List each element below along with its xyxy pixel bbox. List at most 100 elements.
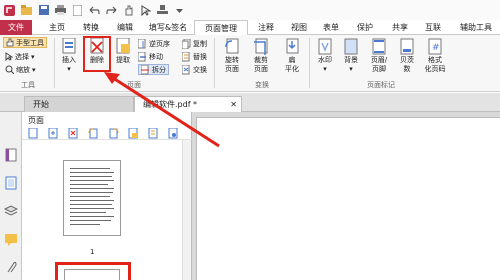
new-doc-icon[interactable]	[71, 4, 84, 17]
save-icon[interactable]	[37, 4, 50, 17]
insert-page-icon	[62, 38, 76, 54]
tab-current-document[interactable]: 编辑软件.pdf * ✕	[134, 96, 242, 112]
extract-page-icon	[116, 38, 130, 54]
tab-start[interactable]: 开始	[24, 96, 134, 112]
tab-protect[interactable]: 保护	[352, 20, 378, 35]
tab-connect[interactable]: 互联	[420, 20, 446, 35]
tab-edit[interactable]: 编辑	[112, 20, 138, 35]
thumb-text-line	[70, 168, 110, 169]
close-tab-icon[interactable]: ✕	[230, 97, 237, 113]
swap-pages-button[interactable]: 交换	[182, 64, 207, 75]
ribbon-tab-bar: 文件 主页 转换 编辑 填写&签名 页面管理 注释 视图 表单 保护 共享 互联…	[0, 20, 500, 36]
tab-view[interactable]: 视图	[286, 20, 312, 35]
swap-label: 交换	[193, 65, 207, 74]
tab-convert[interactable]: 转换	[78, 20, 104, 35]
watermark-button[interactable]: 水印 ▾	[313, 38, 337, 74]
split-button[interactable]: 拆分	[138, 64, 169, 75]
ribbon-separator	[214, 38, 215, 88]
select-label: 选择	[15, 52, 29, 61]
crop-pages-button[interactable]: 裁剪 页面	[248, 38, 274, 74]
tab-form[interactable]: 表单	[318, 20, 344, 35]
hand-icon	[6, 38, 14, 47]
format-page-number-label-2: 化页码	[424, 65, 446, 73]
tab-fill-sign[interactable]: 填写&签名	[145, 20, 191, 35]
insert-dropdown-icon: ▾	[67, 65, 71, 73]
reverse-pages-button[interactable]: 逆页序	[138, 38, 170, 49]
attachments-panel-icon[interactable]	[4, 260, 18, 274]
background-icon	[344, 38, 358, 55]
page-number-label: 1	[90, 248, 95, 256]
copy-pages-button[interactable]: 复制	[182, 38, 207, 49]
extract-button[interactable]: 提取	[112, 38, 134, 65]
move-pages-button[interactable]: 移动	[138, 51, 163, 62]
split-label: 拆分	[152, 65, 166, 74]
tab-accessibility[interactable]: 辅助工具	[453, 20, 499, 35]
qat-dropdown-icon[interactable]	[173, 4, 186, 17]
insert-label: 插入	[62, 56, 76, 64]
page-options-icon[interactable]	[28, 128, 39, 139]
rotate-right-icon[interactable]	[108, 128, 119, 139]
tab-comment[interactable]: 注释	[253, 20, 279, 35]
header-footer-button[interactable]: 页眉/ 页脚	[364, 38, 394, 74]
header-footer-icon	[372, 38, 386, 55]
select-button[interactable]: 选择 ▾	[5, 51, 35, 62]
delete-page-icon[interactable]	[68, 128, 79, 139]
format-page-number-button[interactable]: # 格式 化页码	[421, 38, 449, 74]
tab-home[interactable]: 主页	[44, 20, 70, 35]
print-icon[interactable]	[54, 4, 67, 17]
rotate-pages-button[interactable]: 旋转 页面	[219, 38, 245, 74]
redo-icon[interactable]	[105, 4, 118, 17]
crop-label-2: 页面	[254, 65, 268, 73]
move-label: 移动	[149, 52, 163, 61]
swap-icon	[182, 64, 190, 74]
hand-tool-icon[interactable]	[122, 4, 135, 17]
select-icon	[5, 52, 13, 61]
bates-label-2: 数	[403, 65, 411, 73]
pages-panel-title: 页面	[28, 116, 44, 125]
bates-icon	[400, 38, 414, 55]
open-icon[interactable]	[20, 4, 33, 17]
background-button[interactable]: 背景 ▾	[339, 38, 363, 74]
navigation-sidebar	[0, 112, 22, 280]
replace-page-icon[interactable]	[148, 128, 159, 139]
rotate-label-2: 页面	[225, 65, 239, 73]
thumb-text-line	[70, 172, 114, 173]
undo-icon[interactable]	[88, 4, 101, 17]
layers-panel-icon[interactable]	[3, 204, 19, 218]
bookmark-panel-icon[interactable]	[4, 148, 18, 162]
format-page-number-label-1: 格式	[428, 56, 442, 64]
insert-page-icon[interactable]	[48, 128, 59, 139]
crop-label-1: 裁剪	[254, 56, 268, 64]
pages-panel-scrollbar[interactable]	[182, 140, 191, 280]
page-thumbnail-1[interactable]	[63, 160, 121, 236]
tab-page-management[interactable]: 页面管理	[194, 20, 248, 36]
move-icon	[138, 51, 146, 61]
select-tool-icon[interactable]	[139, 4, 152, 17]
page-properties-icon[interactable]	[168, 128, 179, 139]
comments-panel-icon[interactable]	[4, 232, 18, 246]
page-group-label: 页面	[127, 81, 141, 89]
pages-panel-icon[interactable]	[4, 176, 18, 190]
rotate-left-icon[interactable]	[88, 128, 99, 139]
insert-button[interactable]: 插入 ▾	[58, 38, 80, 74]
zoom-button[interactable]: 缩放 ▾	[5, 64, 36, 75]
document-page[interactable]	[196, 117, 500, 280]
hand-tool-button[interactable]: 手型工具	[3, 37, 47, 48]
page-thumbnail-2-selected[interactable]	[55, 262, 131, 280]
thumb-text-line	[70, 220, 111, 221]
pdf-editor-window: { "menu_tabs": { "file": "文件", "home": "…	[0, 0, 500, 280]
copy-icon	[182, 38, 191, 49]
background-dropdown-icon: ▾	[349, 65, 353, 73]
flatten-button[interactable]: 扁 平化	[279, 38, 305, 74]
replace-pages-button[interactable]: 替换	[182, 51, 207, 62]
zoom-icon	[5, 65, 14, 74]
tab-file[interactable]: 文件	[0, 20, 32, 35]
thumb-text-line	[70, 188, 114, 189]
stamp-icon[interactable]	[156, 4, 169, 17]
extract-page-icon[interactable]	[128, 128, 139, 139]
thumb-text-line	[70, 180, 114, 181]
svg-text:#: #	[432, 43, 440, 53]
tab-share[interactable]: 共享	[387, 20, 413, 35]
bates-number-button[interactable]: 贝茨 数	[395, 38, 419, 74]
pages-panel-toolbar	[22, 126, 192, 140]
